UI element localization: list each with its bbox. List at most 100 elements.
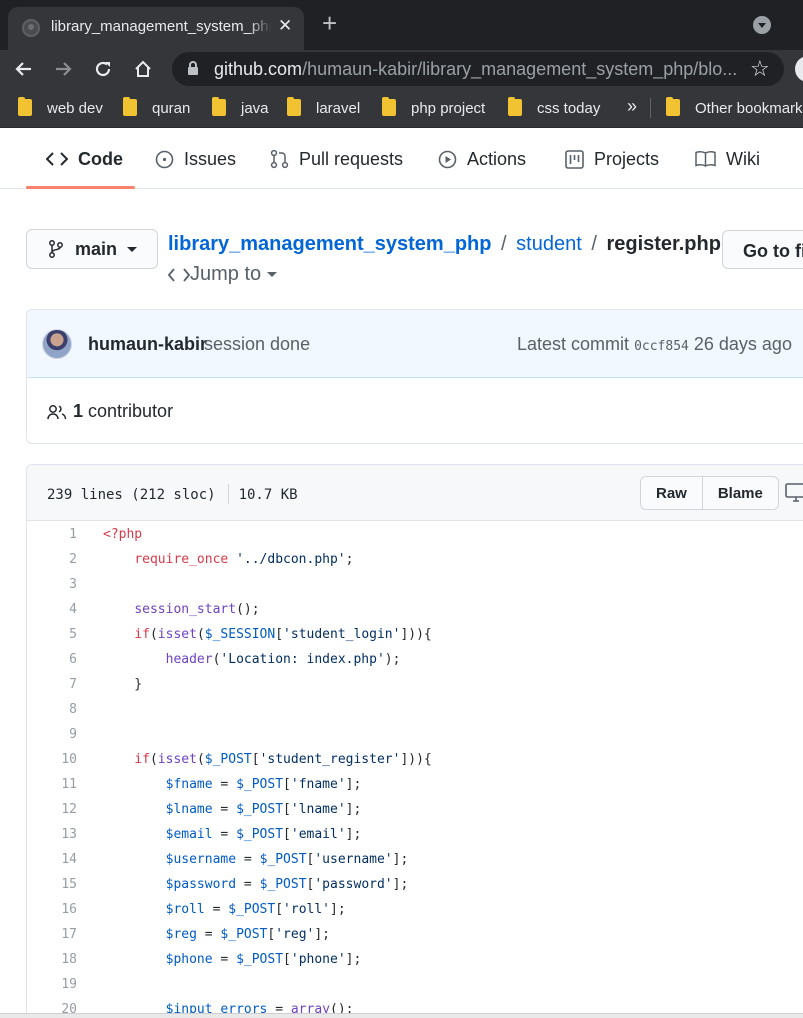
back-button[interactable]: [9, 54, 39, 84]
arrow-left-icon: [15, 62, 31, 76]
close-tab-icon[interactable]: ✕: [278, 16, 292, 36]
browser-toolbar: github.com/humaun-kabir/library_manageme…: [0, 50, 803, 88]
code-line: 1 <?php: [27, 522, 803, 547]
tab-issues[interactable]: Issues: [155, 147, 236, 171]
jump-to-button[interactable]: Jump to: [168, 263, 278, 286]
line-number[interactable]: 1: [27, 522, 77, 547]
tab-search-icon[interactable]: [753, 16, 771, 34]
line-number[interactable]: 11: [27, 772, 77, 797]
line-number[interactable]: 16: [27, 897, 77, 922]
line-source: $email = $_POST['email'];: [165, 827, 362, 842]
line-number[interactable]: 5: [27, 622, 77, 647]
breadcrumb-repo-link[interactable]: library_management_system_php: [168, 233, 491, 255]
line-number[interactable]: 7: [27, 672, 77, 697]
line-number[interactable]: 4: [27, 597, 77, 622]
address-bar[interactable]: github.com/humaun-kabir/library_manageme…: [172, 52, 784, 86]
code-line: 5 if(isset($_SESSION['student_login'])){: [27, 622, 803, 647]
tab-projects[interactable]: Projects: [565, 147, 659, 171]
code-line: 2 require_once '../dbcon.php';: [27, 547, 803, 572]
arrow-right-icon: [56, 62, 72, 76]
new-tab-button[interactable]: +: [322, 9, 337, 37]
commit-message-link[interactable]: session done: [204, 334, 310, 355]
code-listing: 1 <?php 2 require_once '../dbcon.php'; 3 4 s…: [27, 522, 803, 1018]
line-number[interactable]: 17: [27, 922, 77, 947]
line-source: <?php: [103, 527, 143, 542]
code-line: 14 $username = $_POST['username'];: [27, 847, 803, 872]
home-button[interactable]: [128, 54, 158, 84]
branch-select-button[interactable]: main: [26, 229, 158, 269]
lock-icon: [188, 61, 198, 75]
breadcrumb-separator: /: [591, 233, 597, 255]
contributors-label: contributor: [88, 401, 174, 421]
bookmark-web-dev[interactable]: web dev: [18, 97, 103, 119]
file-lines-info: 239 lines (212 sloc): [47, 487, 216, 503]
bookmark-php-project[interactable]: php project: [382, 97, 485, 119]
code-icon: [46, 152, 68, 166]
tab-wiki[interactable]: Wiki: [695, 147, 760, 171]
people-icon: [47, 404, 67, 419]
home-icon: [135, 60, 151, 77]
line-number[interactable]: 3: [27, 572, 77, 597]
breadcrumb-folder-link[interactable]: student: [516, 233, 582, 255]
browser-tab[interactable]: library_management_system_php/register.p…: [8, 7, 304, 50]
blame-button[interactable]: Blame: [701, 477, 778, 509]
code-line: 18 $phone = $_POST['phone'];: [27, 947, 803, 972]
tab-actions[interactable]: Actions: [438, 147, 526, 171]
tab-pull-requests[interactable]: Pull requests: [270, 147, 403, 171]
code-line: 6 header('Location: index.php');: [27, 647, 803, 672]
line-source: session_start();: [134, 602, 260, 617]
contributors-link[interactable]: 1 contributor: [47, 401, 173, 422]
bookmark-quran[interactable]: quran: [123, 97, 190, 119]
line-number[interactable]: 6: [27, 647, 77, 672]
bookmark-java[interactable]: java: [212, 97, 269, 119]
branch-name: main: [75, 238, 118, 259]
line-source: $lname = $_POST['lname'];: [165, 802, 362, 817]
line-number[interactable]: 2: [27, 547, 77, 572]
file-info: 239 lines (212 sloc) 10.7 KB: [47, 484, 298, 504]
author-avatar[interactable]: [42, 329, 72, 359]
line-number[interactable]: 15: [27, 872, 77, 897]
commit-age: 26 days ago: [693, 334, 792, 354]
code-line: 16 $roll = $_POST['roll'];: [27, 897, 803, 922]
bookmark-other-bookmarks[interactable]: Other bookmarks: [666, 97, 803, 119]
tab-title: library_management_system_php/register.p…: [51, 18, 271, 35]
bookmark-css-today[interactable]: css today: [508, 97, 600, 119]
line-number[interactable]: 13: [27, 822, 77, 847]
line-number[interactable]: 9: [27, 722, 77, 747]
commit-meta: Latest commit 0ccf854 26 days ago: [517, 334, 792, 354]
raw-button[interactable]: Raw: [641, 477, 702, 509]
bookmarks-bar: web dev quran java laravel php project c…: [0, 88, 803, 128]
line-number[interactable]: 14: [27, 847, 77, 872]
git-pull-request-icon: [270, 149, 289, 169]
line-number[interactable]: 12: [27, 797, 77, 822]
line-number[interactable]: 10: [27, 747, 77, 772]
line-source: if(isset($_SESSION['student_login'])){: [134, 627, 432, 642]
bookmark-laravel[interactable]: laravel: [287, 97, 360, 119]
reload-button[interactable]: [88, 54, 118, 84]
code-line: 7 }: [27, 672, 803, 697]
url-text: github.com/humaun-kabir/library_manageme…: [214, 59, 738, 79]
folder-icon: [382, 97, 396, 116]
line-source: $password = $_POST['password'];: [165, 877, 409, 892]
bookmark-star-icon[interactable]: ☆: [750, 56, 770, 82]
line-number[interactable]: 18: [27, 947, 77, 972]
line-source: $reg = $_POST['reg'];: [165, 927, 331, 942]
bookmarks-overflow-button[interactable]: »: [627, 96, 637, 117]
git-branch-icon: [49, 240, 63, 258]
code-line: 3: [27, 572, 803, 597]
repo-nav: Code Issues Pull requests Actions Projec…: [0, 130, 803, 189]
commit-sha-link[interactable]: 0ccf854: [634, 339, 689, 354]
contributors-count: 1: [73, 401, 84, 421]
desktop-icon[interactable]: [785, 483, 803, 503]
profile-avatar[interactable]: [795, 56, 803, 82]
commit-author-link[interactable]: humaun-kabir: [88, 334, 207, 355]
window-bottom-edge: [0, 1013, 803, 1018]
tab-code[interactable]: Code: [46, 147, 123, 171]
go-to-file-button[interactable]: Go to file: [722, 230, 803, 269]
reload-icon: [95, 61, 111, 77]
file-size: 10.7 KB: [238, 487, 298, 503]
forward-button[interactable]: [48, 54, 78, 84]
line-source: $fname = $_POST['fname'];: [165, 777, 362, 792]
line-number[interactable]: 19: [27, 972, 77, 997]
line-number[interactable]: 8: [27, 697, 77, 722]
